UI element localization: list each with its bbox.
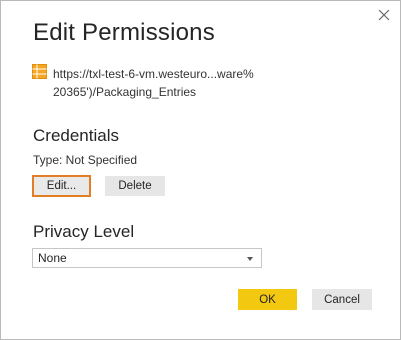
ok-button[interactable]: OK: [238, 289, 297, 310]
edit-permissions-dialog: Edit Permissions https://txl-test-6-vm.w…: [0, 0, 401, 340]
close-icon[interactable]: [375, 6, 393, 24]
privacy-level-heading: Privacy Level: [33, 222, 135, 241]
chevron-down-icon: [247, 257, 253, 261]
credential-type-text: Type: Not Specified: [33, 153, 138, 167]
cancel-button[interactable]: Cancel: [312, 289, 372, 310]
edit-button[interactable]: Edit...: [32, 175, 91, 197]
table-icon: [32, 64, 47, 79]
dialog-title: Edit Permissions: [33, 19, 215, 46]
delete-button[interactable]: Delete: [105, 176, 165, 196]
credentials-heading: Credentials: [33, 126, 119, 145]
privacy-level-value: None: [38, 251, 67, 265]
source-url-line-2: 20365')/Packaging_Entries: [53, 85, 197, 99]
source-url-line-1: https://txl-test-6-vm.westeuro...ware%: [53, 67, 254, 81]
privacy-level-select[interactable]: None: [32, 248, 262, 268]
